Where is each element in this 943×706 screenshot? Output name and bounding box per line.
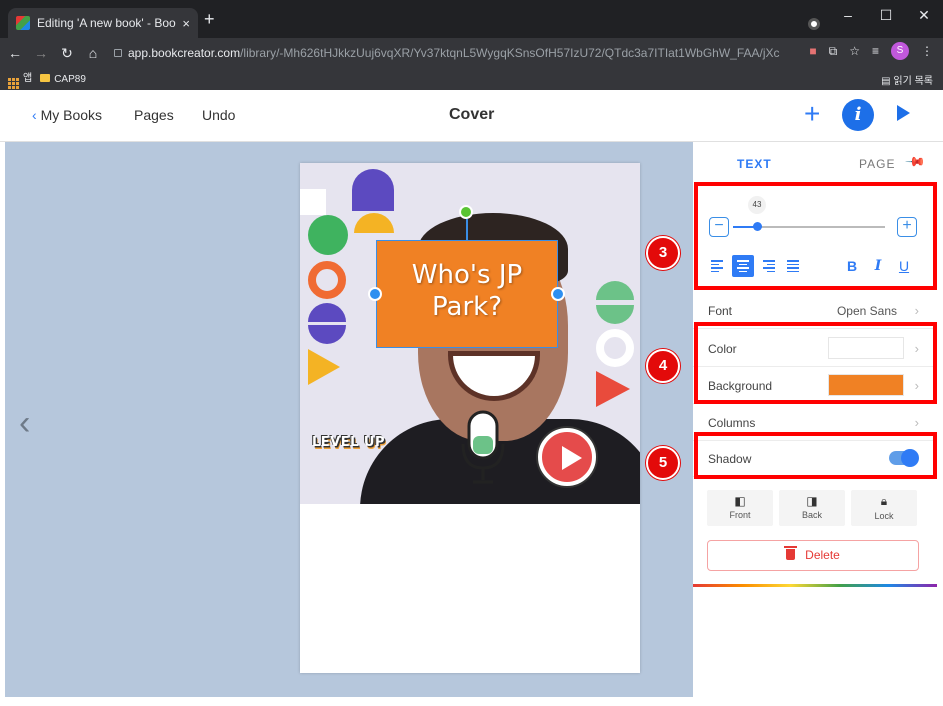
inspector-panel: TEXT PAGE 📌 43 − + B I U Font Open Sans … — [693, 142, 943, 697]
undo-button[interactable]: Undo — [202, 107, 235, 123]
new-tab-button[interactable]: + — [204, 9, 215, 30]
step-badge-5: 5 — [646, 446, 680, 480]
panel-tabs: TEXT PAGE 📌 — [693, 142, 943, 182]
step-badge-3: 3 — [646, 236, 680, 270]
lock-button[interactable]: 🔒︎ Lock — [851, 490, 917, 526]
rotate-handle[interactable] — [459, 205, 473, 219]
address-bar[interactable]: app.bookcreator.com/library/-Mh626tHJkkz… — [110, 42, 780, 64]
apps-grid-icon — [8, 78, 19, 89]
bookmarks-bar: 앱 CAP89 ▤ 읽기 목록 — [0, 68, 943, 90]
decor-stairs — [300, 189, 326, 215]
text-line-1: Who's JP — [411, 260, 523, 290]
text-line-2: Park? — [432, 292, 502, 322]
level-up-sticker[interactable]: LEVEL UP — [312, 435, 385, 450]
bookmark-apps[interactable]: 앱 — [8, 69, 32, 89]
send-back-button[interactable]: ◨ Back — [779, 490, 845, 526]
profile-avatar[interactable]: S — [891, 42, 909, 60]
editor-canvas: ‹ LEVEL UP Who's JP Park? — [5, 142, 693, 697]
tab-close-icon[interactable]: × — [182, 16, 190, 31]
reading-list-icon: ▤ — [881, 76, 894, 87]
arrange-group: ◧ Front ◨ Back 🔒︎ Lock — [707, 490, 917, 526]
browser-toolbar: ← → ↻ ⌂ app.bookcreator.com/library/-Mh6… — [0, 38, 943, 68]
info-button[interactable]: i — [842, 99, 874, 131]
reload-icon[interactable]: ↻ — [56, 45, 78, 62]
font-value: Open Sans — [836, 304, 897, 318]
highlight-box-3 — [694, 182, 937, 290]
app-header: ‹ My Books Pages Undo Cover + i — [0, 90, 943, 142]
bring-front-icon: ◧ — [734, 494, 746, 508]
text-box[interactable]: Who's JP Park? — [376, 240, 558, 348]
tab-title: Editing 'A new book' - Book Cr — [37, 16, 176, 30]
maximize-button[interactable]: ☐ — [867, 0, 905, 30]
chevron-right-icon: › — [914, 303, 919, 318]
menu-dots-icon[interactable]: ⋮ — [921, 44, 933, 58]
bookmark-star-icon[interactable]: ☆ — [849, 44, 860, 58]
add-button[interactable]: + — [804, 99, 820, 129]
tab-text[interactable]: TEXT — [737, 157, 772, 171]
back-arrow-icon[interactable]: ← — [4, 45, 26, 61]
resize-handle-left[interactable] — [368, 287, 382, 301]
url-path: /library/-Mh626tHJkkzUuj6vqXR/Yv37ktqnL5… — [240, 46, 780, 60]
lock-icon — [114, 49, 122, 57]
decor-yellow-triangle — [308, 349, 340, 385]
window-controls: – ☐ ✕ — [829, 0, 943, 30]
minimize-button[interactable]: – — [829, 0, 867, 30]
highlight-box-4 — [694, 322, 937, 404]
send-back-icon: ◨ — [806, 494, 818, 508]
bookcreator-favicon-icon — [16, 16, 30, 30]
browser-tab-bar: Editing 'A new book' - Book Cr × + – ☐ ✕ — [0, 0, 943, 38]
rainbow-divider — [693, 584, 937, 587]
chevron-right-icon: › — [914, 415, 919, 430]
home-icon[interactable]: ⌂ — [82, 45, 104, 61]
play-icon[interactable] — [897, 105, 910, 121]
forward-arrow-icon[interactable]: → — [30, 45, 52, 61]
extension-icon[interactable]: ■ — [809, 44, 816, 58]
page-title: Cover — [449, 106, 495, 123]
reading-list[interactable]: ▤ 읽기 목록 — [881, 72, 933, 87]
screen: Editing 'A new book' - Book Cr × + – ☐ ✕… — [0, 0, 943, 706]
font-label: Font — [708, 304, 733, 318]
pin-icon[interactable]: 📌 — [904, 151, 926, 174]
screen-capture-icon[interactable]: ⧉ — [829, 44, 838, 59]
decor-yellow-half — [354, 213, 394, 233]
resize-handle-right[interactable] — [551, 287, 565, 301]
lock-icon: 🔒︎ — [880, 494, 888, 508]
columns-label: Columns — [708, 416, 756, 430]
close-window-button[interactable]: ✕ — [905, 0, 943, 30]
rotation-line — [466, 219, 468, 240]
book-page[interactable]: LEVEL UP Who's JP Park? — [300, 163, 640, 673]
play-badge-sticker[interactable] — [538, 428, 596, 486]
browser-tab[interactable]: Editing 'A new book' - Book Cr × — [8, 8, 198, 38]
reading-mode-icon[interactable]: ≡ — [872, 44, 879, 58]
recording-indicator-icon — [808, 18, 820, 30]
delete-button[interactable]: Delete — [707, 540, 919, 571]
extensions-area: ■ ⧉ ☆ ≡ S ⋮ — [809, 42, 933, 60]
previous-page-arrow-icon[interactable]: ‹ — [19, 404, 30, 443]
tab-page[interactable]: PAGE — [859, 157, 895, 171]
step-badge-4: 4 — [646, 349, 680, 383]
chevron-left-icon: ‹ — [32, 107, 41, 123]
url-host: app.bookcreator.com — [128, 46, 241, 60]
highlight-box-5 — [694, 432, 937, 479]
trash-icon — [784, 546, 798, 560]
pages-button[interactable]: Pages — [134, 107, 174, 123]
folder-icon — [40, 73, 51, 82]
bookmark-cap89[interactable]: CAP89 — [40, 73, 86, 85]
bring-front-button[interactable]: ◧ Front — [707, 490, 773, 526]
microphone-icon[interactable] — [460, 408, 506, 488]
decor-purple-half-circle — [352, 169, 394, 211]
my-books-button[interactable]: ‹ My Books — [32, 107, 102, 123]
